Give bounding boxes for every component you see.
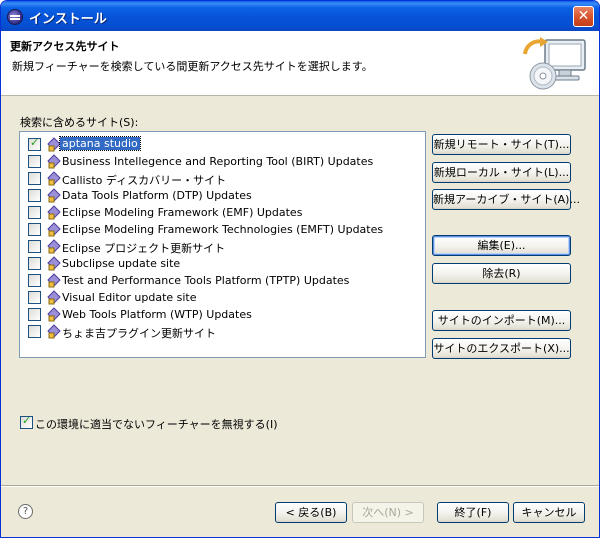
site-checkbox[interactable]	[28, 308, 41, 321]
banner-title: 更新アクセス先サイト	[10, 40, 120, 53]
site-name: Eclipse プロジェクト更新サイト	[62, 242, 226, 255]
site-row-aptana[interactable]: aptana studio	[20, 136, 425, 153]
site-name: Data Tools Platform (DTP) Updates	[62, 189, 252, 202]
site-row-tptp[interactable]: Test and Performance Tools Platform (TPT…	[20, 272, 425, 289]
help-icon[interactable]: ?	[18, 504, 33, 519]
site-name: Test and Performance Tools Platform (TPT…	[62, 274, 350, 287]
site-name: Eclipse Modeling Framework (EMF) Updates	[62, 206, 303, 219]
eclipse-icon	[7, 9, 23, 25]
site-checkbox[interactable]	[28, 136, 41, 151]
close-button[interactable]: ✕	[573, 6, 594, 27]
site-checkbox[interactable]	[28, 206, 41, 219]
site-checkbox[interactable]	[28, 291, 41, 304]
title-bar: インストール ✕	[1, 1, 599, 31]
ignore-features-label: この環境に適当でないフィーチャーを無視する(I)	[35, 418, 278, 431]
ignore-features-checkbox[interactable]	[20, 414, 33, 429]
update-site-icon	[47, 273, 61, 288]
site-name: Subclipse update site	[62, 257, 181, 270]
next-button[interactable]: 次へ(N) >	[352, 502, 424, 523]
site-checkbox[interactable]	[28, 223, 41, 236]
site-row-wtp[interactable]: Web Tools Platform (WTP) Updates	[20, 306, 425, 323]
new-archive-site-button[interactable]: 新規アーカイブ・サイト(A)...	[432, 189, 580, 210]
site-name: aptana studio	[59, 136, 141, 151]
site-list[interactable]: aptana studio Business Intellegence and …	[19, 131, 426, 358]
site-name: Web Tools Platform (WTP) Updates	[62, 308, 252, 321]
site-checkbox[interactable]	[28, 240, 41, 253]
site-checkbox[interactable]	[28, 172, 41, 185]
banner-description: 新規フィーチャーを検索している間更新アクセス先サイトを選択します。	[12, 60, 373, 73]
update-site-icon	[47, 137, 61, 152]
update-site-icon	[47, 307, 61, 322]
install-dialog: インストール ✕ 更新アクセス先サイト 新規フィーチャーを検索している間更新アク…	[0, 0, 600, 538]
update-site-icon	[47, 154, 61, 169]
update-site-icon	[47, 222, 61, 237]
site-row-dtp[interactable]: Data Tools Platform (DTP) Updates	[20, 187, 425, 204]
site-row-emf[interactable]: Eclipse Modeling Framework (EMF) Updates	[20, 204, 425, 221]
wizard-banner: 更新アクセス先サイト 新規フィーチャーを検索している間更新アクセス先サイトを選択…	[1, 31, 599, 96]
update-site-icon	[47, 188, 61, 203]
site-name: ちょま吉プラグイン更新サイト	[62, 327, 216, 340]
site-name: Visual Editor update site	[62, 291, 197, 304]
site-checkbox[interactable]	[28, 155, 41, 168]
site-name: Eclipse Modeling Framework Technologies …	[62, 223, 384, 236]
new-remote-site-button[interactable]: 新規リモート・サイト(T)...	[432, 134, 571, 155]
window-title: インストール	[29, 12, 107, 27]
import-sites-button[interactable]: サイトのインポート(M)...	[432, 310, 571, 331]
site-checkbox[interactable]	[28, 189, 41, 202]
site-row-visual-editor[interactable]: Visual Editor update site	[20, 289, 425, 306]
site-checkbox[interactable]	[28, 257, 41, 270]
site-name: Callisto ディスカバリー・サイト	[62, 174, 227, 187]
site-row-subclipse[interactable]: Subclipse update site	[20, 255, 425, 272]
new-local-site-button[interactable]: 新規ローカル・サイト(L)...	[432, 162, 571, 183]
sites-label: 検索に含めるサイト(S):	[20, 116, 139, 129]
update-site-icon	[47, 324, 61, 339]
site-row-eclipse-project[interactable]: Eclipse プロジェクト更新サイト	[20, 238, 425, 255]
update-site-icon	[47, 205, 61, 220]
cancel-button[interactable]: キャンセル	[513, 502, 585, 523]
edit-button[interactable]: 編集(E)...	[432, 235, 571, 256]
back-button[interactable]: < 戻る(B)	[275, 502, 347, 523]
site-row-birt[interactable]: Business Intellegence and Reporting Tool…	[20, 153, 425, 170]
update-site-icon	[47, 256, 61, 271]
finish-button[interactable]: 終了(F)	[437, 502, 509, 523]
update-site-icon	[47, 239, 61, 254]
update-site-icon	[47, 171, 61, 186]
footer-separator	[1, 485, 599, 487]
update-site-icon	[47, 290, 61, 305]
site-row-chomakichi[interactable]: ちょま吉プラグイン更新サイト	[20, 323, 425, 340]
export-sites-button[interactable]: サイトのエクスポート(X)...	[432, 338, 571, 359]
site-checkbox[interactable]	[28, 325, 41, 338]
install-wizard-icon	[523, 37, 586, 90]
site-checkbox[interactable]	[28, 274, 41, 287]
site-row-callisto[interactable]: Callisto ディスカバリー・サイト	[20, 170, 425, 187]
remove-button[interactable]: 除去(R)	[432, 263, 571, 284]
site-name: Business Intellegence and Reporting Tool…	[62, 155, 374, 168]
site-row-emft[interactable]: Eclipse Modeling Framework Technologies …	[20, 221, 425, 238]
